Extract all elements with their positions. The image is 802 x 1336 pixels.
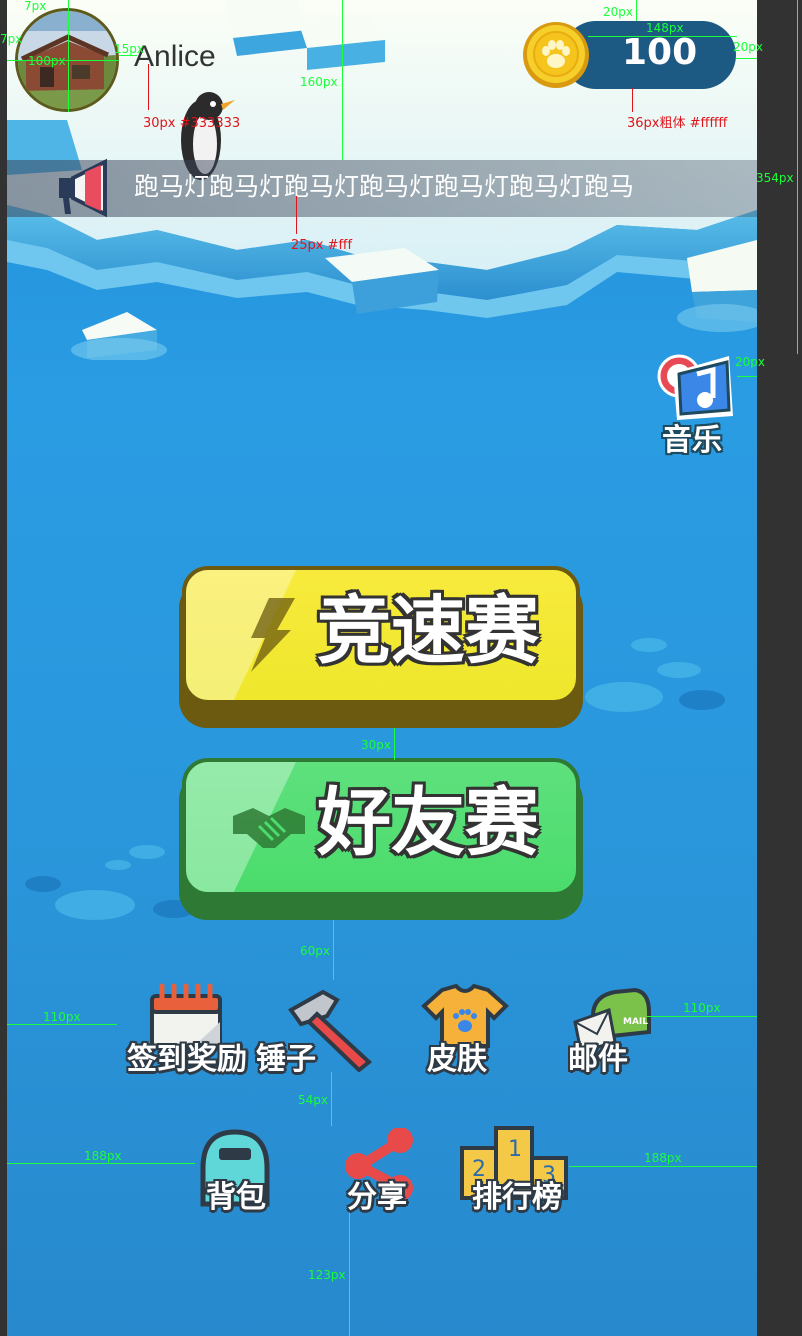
annotation: 60px: [300, 944, 330, 958]
friend-race-button[interactable]: 好友赛: [179, 758, 583, 920]
handshake-icon: [233, 808, 305, 848]
annotation: 54px: [298, 1093, 328, 1107]
megaphone-icon: [59, 158, 107, 218]
username: Anlice: [134, 40, 216, 73]
annotation: 15px: [114, 42, 144, 56]
menu-label: 锤子: [256, 1042, 316, 1077]
annotation: 7px: [24, 0, 47, 13]
leaderboard-button[interactable]: 1 2 3 排行榜: [440, 1122, 590, 1222]
game-screen: Anlice 100 跑马灯跑马灯跑马灯跑马灯跑马灯跑马灯跑马 音乐 竞速赛 好…: [7, 0, 757, 1336]
annotation: 20px: [735, 355, 765, 369]
music-note-icon: [657, 354, 733, 420]
annotation: 148px: [646, 21, 684, 35]
annotation: 188px: [84, 1149, 122, 1163]
right-margin-bar: [757, 0, 802, 1336]
annotation: 188px: [644, 1151, 682, 1165]
annotation: 354px: [756, 171, 794, 185]
water-ripple: [631, 638, 667, 652]
menu-label: 皮肤: [427, 1042, 487, 1077]
annotation: 20px: [603, 5, 633, 19]
annotation: 123px: [308, 1268, 346, 1282]
friend-race-label: 好友赛: [317, 780, 539, 866]
speed-race-button[interactable]: 竞速赛: [179, 566, 583, 728]
annotation: 36px粗体 #ffffff: [627, 116, 728, 131]
annotation: 160px: [300, 75, 338, 89]
backpack-button[interactable]: 背包: [167, 1128, 317, 1228]
paw-coin-icon: [523, 22, 589, 88]
annotation: 110px: [43, 1010, 81, 1024]
water-ripple: [679, 690, 725, 710]
annotation: 110px: [683, 1001, 721, 1015]
annotation: 7px: [0, 32, 23, 46]
water-ripple: [55, 890, 135, 920]
annotation: 30px: [361, 738, 391, 752]
lightning-icon: [251, 598, 295, 672]
annotation: 100px: [28, 54, 66, 68]
svg-text:MAIL: MAIL: [623, 1017, 648, 1027]
podium-first-number: 1: [508, 1137, 522, 1162]
music-label: 音乐: [662, 423, 722, 458]
speed-race-label: 竞速赛: [317, 588, 539, 674]
menu-label: 邮件: [568, 1042, 628, 1077]
annotation: 30px #333333: [143, 116, 241, 131]
marquee-text: 跑马灯跑马灯跑马灯跑马灯跑马灯跑马灯跑马: [134, 172, 635, 201]
menu-label: 排行榜: [472, 1180, 562, 1215]
share-button[interactable]: 分享: [302, 1128, 452, 1228]
water-ripple: [657, 662, 701, 678]
annotation: 20px: [733, 40, 763, 54]
annotation: 25px #fff: [291, 238, 353, 253]
water-ripple: [585, 682, 663, 712]
menu-label: 背包: [206, 1180, 266, 1215]
coin-value: 100: [622, 32, 698, 73]
water-ripple: [105, 860, 131, 870]
mail-button[interactable]: MAIL 邮件: [531, 982, 681, 1082]
menu-label: 分享: [347, 1180, 407, 1215]
skin-button[interactable]: 皮肤: [390, 982, 540, 1082]
hammer-button[interactable]: 锤子: [251, 982, 401, 1082]
water-ripple: [129, 845, 165, 859]
water-ripple: [25, 876, 61, 892]
coin-balance[interactable]: 100: [522, 21, 736, 89]
